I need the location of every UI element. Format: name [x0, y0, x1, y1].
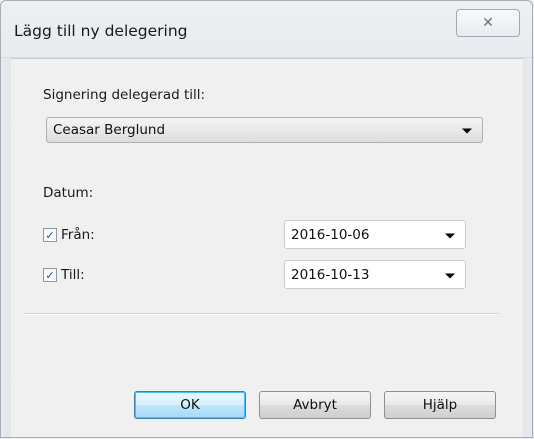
check-icon: ✓ [45, 228, 55, 242]
to-date-picker[interactable]: 2016-10-13 [284, 260, 466, 289]
chevron-down-icon [462, 128, 472, 134]
window-frame-left [0, 58, 11, 439]
delegate-select[interactable]: Ceasar Berglund [46, 117, 483, 143]
date-label: Datum: [43, 185, 94, 201]
dialog-content: Signering delegerad till: Ceasar Berglun… [11, 58, 523, 439]
to-date-value: 2016-10-13 [291, 266, 370, 283]
check-icon: ✓ [45, 268, 55, 282]
close-icon: ✕ [482, 15, 494, 31]
to-checkbox[interactable]: ✓ [43, 268, 57, 282]
chevron-down-icon [445, 273, 455, 278]
window-frame-right [523, 58, 534, 439]
signing-label: Signering delegerad till: [43, 87, 206, 103]
to-label: Till: [61, 267, 85, 283]
help-button[interactable]: Hjälp [384, 391, 496, 419]
close-button[interactable]: ✕ [456, 9, 520, 37]
from-label: Från: [61, 227, 95, 243]
from-date-picker[interactable]: 2016-10-06 [284, 220, 466, 249]
ok-button[interactable]: OK [134, 391, 246, 419]
button-separator [24, 313, 498, 315]
dialog-window: Lägg till ny delegering ✕ Signering dele… [0, 0, 534, 439]
chevron-down-icon [445, 233, 455, 238]
from-checkbox[interactable]: ✓ [43, 228, 57, 242]
from-date-value: 2016-10-06 [291, 226, 370, 243]
cancel-button[interactable]: Avbryt [259, 391, 371, 419]
delegate-select-value: Ceasar Berglund [53, 122, 166, 138]
window-title: Lägg till ny delegering [14, 22, 188, 40]
